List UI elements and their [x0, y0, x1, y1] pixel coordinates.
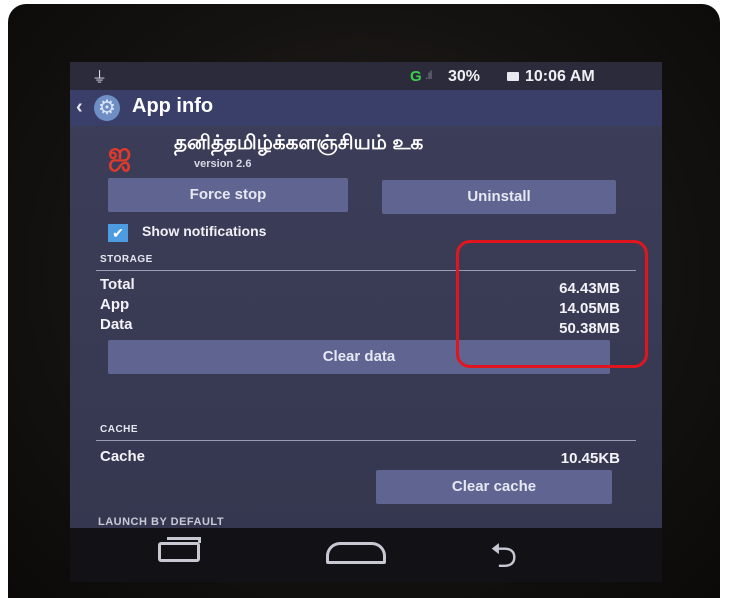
- storage-header: STORAGE: [100, 254, 153, 265]
- launch-by-default-header: LAUNCH BY DEFAULT: [98, 516, 225, 528]
- show-notifications-checkbox[interactable]: ✔: [108, 224, 128, 242]
- recents-icon[interactable]: [158, 537, 201, 562]
- cache-header: CACHE: [100, 424, 139, 435]
- page-title: App info: [132, 95, 214, 117]
- status-bar: ⏚ G .ıl 30% 10:06 AM: [70, 62, 662, 90]
- storage-row-total-label: Total: [100, 276, 135, 293]
- storage-row-app-label: App: [100, 296, 130, 313]
- clear-cache-button[interactable]: Clear cache: [376, 470, 612, 504]
- network-type: G: [410, 68, 422, 85]
- navigation-bar: ⮌: [70, 528, 662, 582]
- chevron-left-icon[interactable]: ‹: [76, 96, 83, 119]
- home-icon[interactable]: [326, 542, 386, 564]
- show-notifications-label: Show notifications: [142, 223, 267, 239]
- storage-highlight-box: [456, 240, 648, 368]
- uninstall-button[interactable]: Uninstall: [382, 180, 616, 214]
- app-logo-icon: ஜ: [108, 137, 132, 168]
- cache-value: 10.45KB: [560, 450, 620, 467]
- cache-label: Cache: [100, 448, 146, 465]
- action-bar: ‹ ⚙ App info: [70, 90, 662, 126]
- storage-row-data-label: Data: [100, 316, 133, 333]
- app-version: version 2.6: [194, 158, 252, 170]
- usb-icon: ⏚: [92, 69, 108, 86]
- force-stop-button[interactable]: Force stop: [108, 178, 348, 212]
- battery-icon: [507, 72, 519, 81]
- settings-icon[interactable]: ⚙: [94, 95, 120, 121]
- app-name: தனித்தமிழ்க்களஞ்சியம் உக: [174, 132, 424, 154]
- clock: 10:06 AM: [525, 68, 595, 85]
- cache-divider: [96, 440, 636, 441]
- battery-percent: 30%: [448, 68, 481, 85]
- back-arrow-icon[interactable]: ⮌: [490, 532, 517, 582]
- signal-bars-icon: .ıl: [425, 68, 432, 82]
